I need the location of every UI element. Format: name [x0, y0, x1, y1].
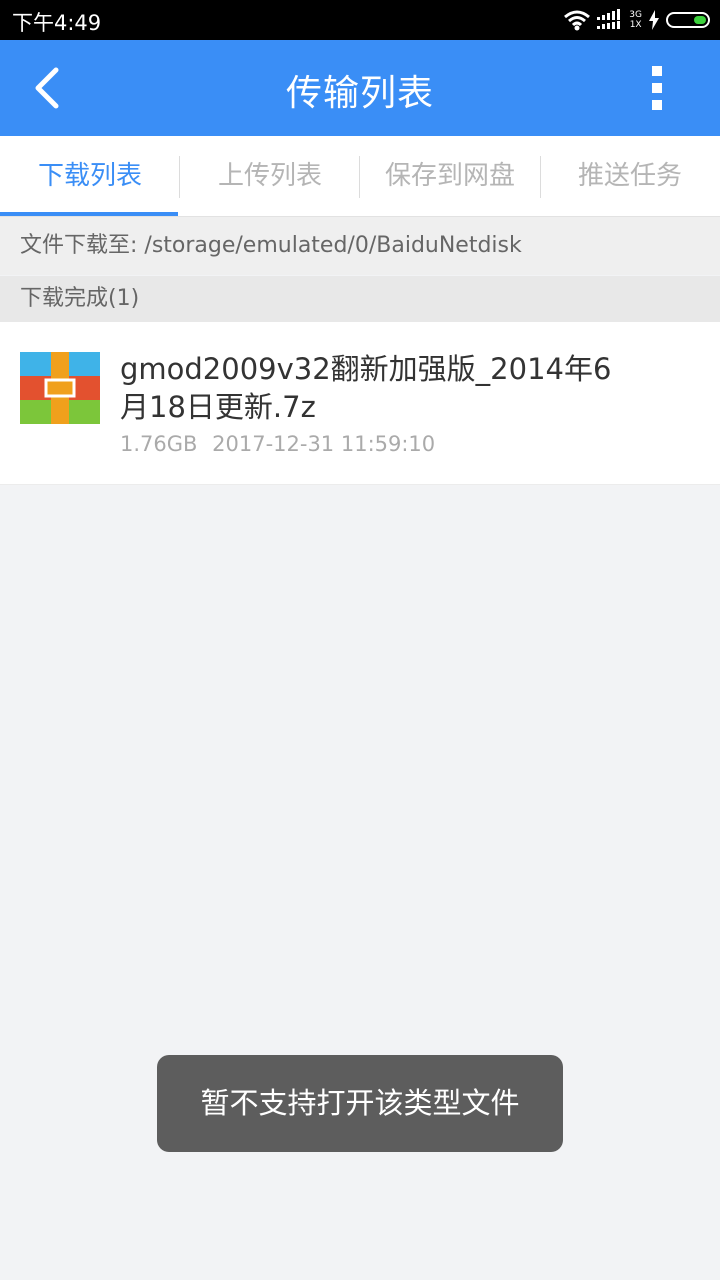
app-bar: 传输列表 — [0, 40, 720, 136]
file-datetime: 2017-12-31 11:59:10 — [212, 432, 436, 456]
signal-icon — [597, 9, 621, 29]
network-type-bottom: 1X — [629, 20, 642, 30]
page-title: 传输列表 — [285, 73, 434, 114]
tab-bar: 下载列表 上传列表 保存到网盘 推送任务 — [0, 136, 720, 217]
more-options-icon[interactable] — [642, 66, 672, 112]
download-path: 文件下载至: /storage/emulated/0/BaiduNetdisk — [0, 217, 720, 275]
toast-message: 暂不支持打开该类型文件 — [157, 1055, 563, 1152]
file-name: gmod2009v32翻新加强版_2014年6月18日更新.7z — [120, 352, 612, 424]
file-size: 1.76GB — [120, 432, 198, 456]
tab-download-list[interactable]: 下载列表 — [0, 136, 180, 216]
status-bar: 下午4:49 3G 1X — [0, 0, 720, 40]
tab-push-tasks[interactable]: 推送任务 — [540, 136, 720, 216]
section-header-completed: 下载完成(1) — [0, 276, 720, 322]
tab-label: 下载列表 — [37, 161, 142, 191]
tab-save-to-cloud[interactable]: 保存到网盘 — [360, 136, 540, 216]
tab-label: 保存到网盘 — [384, 161, 515, 191]
battery-icon — [666, 12, 710, 28]
wifi-icon — [564, 10, 591, 31]
tab-upload-list[interactable]: 上传列表 — [180, 136, 360, 216]
tab-label: 上传列表 — [217, 161, 322, 191]
status-time: 下午4:49 — [12, 11, 102, 35]
archive-icon — [20, 352, 100, 424]
file-meta: 1.76GB 2017-12-31 11:59:10 — [120, 432, 435, 456]
charging-icon — [649, 10, 659, 30]
active-tab-indicator — [0, 212, 178, 216]
list-item[interactable]: gmod2009v32翻新加强版_2014年6月18日更新.7z 1.76GB … — [0, 322, 720, 485]
tab-label: 推送任务 — [577, 161, 682, 191]
network-type: 3G 1X — [629, 10, 642, 30]
status-icons: 3G 1X — [563, 6, 710, 34]
network-type-top: 3G — [629, 10, 642, 20]
